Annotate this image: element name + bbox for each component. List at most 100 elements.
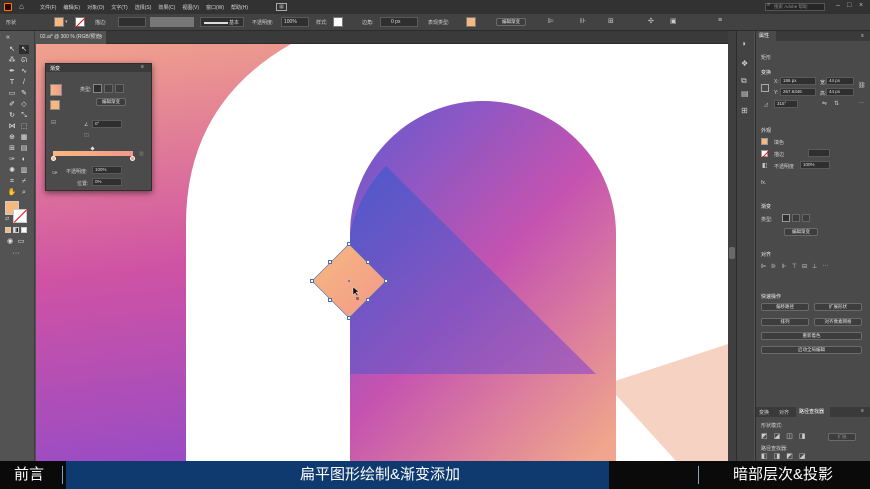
symbols-panel-icon[interactable]: ⊞ (741, 106, 748, 115)
tab-transform[interactable]: 变换 (759, 409, 769, 416)
curvature-tool-icon[interactable]: ∿ (19, 67, 29, 76)
gradient-stop-left[interactable] (51, 156, 56, 161)
type-tool-icon[interactable]: T (7, 78, 17, 87)
eyedropper-icon[interactable]: ✑ (7, 155, 17, 164)
align-left-icon[interactable]: ⊫ (761, 263, 766, 270)
radial-gradient-icon[interactable] (792, 214, 800, 222)
h-field[interactable]: 44 px (826, 88, 854, 96)
panel-menu-icon[interactable]: ≡ (861, 33, 864, 39)
opacity-field[interactable]: 100% (281, 17, 309, 27)
freeform-gradient-icon[interactable] (802, 214, 810, 222)
exclude-icon[interactable]: ◨ (799, 432, 806, 440)
gradient-preview-swatch[interactable] (50, 84, 62, 96)
menu-view[interactable]: 视图(V) (182, 4, 199, 11)
gradient-stop-right[interactable] (130, 156, 135, 161)
eyedropper-icon[interactable]: ✑ (52, 169, 58, 177)
align-top-icon[interactable]: ⊤ (792, 263, 797, 270)
radial-gradient-icon[interactable] (104, 84, 113, 93)
edit-gradient-button[interactable]: 编辑渐变 (496, 18, 526, 26)
brush-definition[interactable]: 基本 (200, 17, 244, 27)
minus-front-icon[interactable]: ◪ (774, 432, 781, 440)
linear-gradient-icon[interactable] (782, 214, 790, 222)
handle-right[interactable] (384, 279, 388, 283)
perspective-grid-icon[interactable]: ▦ (19, 133, 29, 142)
mesh-tool-icon[interactable]: ⊞ (7, 144, 17, 153)
y-field[interactable]: 267.6346 (780, 88, 816, 96)
graphic-style-swatch[interactable] (333, 17, 343, 27)
chevron-down-icon[interactable]: ▾ (65, 19, 68, 25)
gradient-tool-icon[interactable]: ▤ (19, 144, 29, 153)
menu-select[interactable]: 选择(S) (135, 4, 152, 11)
search-input[interactable]: 搜索 Adobe 帮助 (765, 3, 825, 11)
panel-menu-icon[interactable]: ≡ (141, 64, 144, 70)
freeform-gradient-icon[interactable] (115, 84, 124, 93)
appearance-stroke-swatch[interactable] (761, 150, 770, 159)
stroke-weight-field[interactable] (118, 17, 146, 27)
intersect-icon[interactable]: ◫ (786, 432, 793, 440)
gradient-mode-icon[interactable] (13, 227, 19, 233)
isolate-icon[interactable]: ▣ (670, 17, 677, 25)
crop-icon[interactable]: ◪ (799, 452, 806, 460)
align-vcenter-icon[interactable]: ⊟ (802, 263, 807, 270)
shaper-tool-icon[interactable]: ✐ (7, 100, 17, 109)
shape-builder-icon[interactable]: ⊕ (7, 133, 17, 142)
slice-tool-icon[interactable]: ⌿ (19, 177, 29, 186)
tab-pathfinder[interactable]: 路径查找器 (796, 407, 830, 417)
w-field[interactable]: 44 px (826, 77, 854, 85)
global-edit-button[interactable]: 启动全局编辑 (761, 346, 862, 354)
align-hcenter-icon[interactable]: ⊪ (771, 263, 776, 270)
minimize-icon[interactable]: – (836, 2, 840, 9)
scale-tool-icon[interactable]: ⤡ (19, 111, 29, 120)
direct-selection-tool-icon[interactable]: ↖ (19, 45, 29, 54)
handle-bottom-left[interactable] (328, 298, 332, 302)
pen-tool-icon[interactable]: ✒ (7, 67, 17, 76)
menu-window[interactable]: 窗口(W) (206, 4, 224, 11)
magic-wand-icon[interactable]: ⁂ (7, 56, 17, 65)
merge-icon[interactable]: ◩ (786, 452, 793, 460)
stop-opacity-field[interactable]: 100% (92, 166, 122, 174)
brushes-panel-icon[interactable]: ❖ (741, 59, 748, 68)
delete-stop-icon[interactable]: ▥ (139, 151, 144, 157)
variable-width-profile[interactable] (150, 17, 194, 27)
offset-path-button[interactable]: 偏移路径 (761, 303, 809, 311)
eraser-icon[interactable]: ◇ (19, 100, 29, 109)
align-bottom-icon[interactable]: ⊥ (812, 263, 817, 270)
fx-button[interactable]: fx. (761, 180, 766, 186)
none-mode-icon[interactable] (21, 227, 27, 233)
screen-mode-icon[interactable]: ▭ (16, 237, 26, 246)
more-tools-icon[interactable]: ··· (11, 249, 21, 258)
handle-top-right[interactable] (366, 260, 370, 264)
tab-close-icon[interactable]: × (99, 31, 102, 44)
draw-mode-icon[interactable]: ◉ (5, 237, 15, 246)
workspace-switcher-icon[interactable]: ▦ (276, 3, 287, 11)
free-transform-icon[interactable]: ⬚ (19, 122, 29, 131)
x-field[interactable]: 186 px (780, 77, 816, 85)
gradient-slider[interactable] (53, 151, 133, 156)
align-right-icon[interactable]: ⊩ (781, 263, 786, 270)
angle-field[interactable]: 0° (92, 120, 122, 128)
color-panel-icon[interactable]: ◑ (741, 39, 746, 48)
stroke-weight-field[interactable] (808, 149, 830, 157)
hand-tool-icon[interactable]: ✋ (7, 188, 17, 197)
corner-field[interactable]: 0 px (380, 17, 418, 27)
close-icon[interactable]: × (859, 2, 863, 9)
edit-gradient-button[interactable]: 编辑渐变 (784, 228, 818, 236)
arrange-button[interactable]: 排列 (761, 318, 809, 326)
gradient-swatch[interactable] (466, 17, 476, 27)
handle-left[interactable] (310, 279, 314, 283)
gradient-midpoint[interactable] (90, 146, 95, 151)
symbol-sprayer-icon[interactable]: ✺ (7, 166, 17, 175)
selection-tool-icon[interactable]: ↖ (7, 45, 17, 54)
align-more-icon[interactable]: ··· (822, 263, 828, 270)
blend-tool-icon[interactable]: ◐ (19, 155, 29, 164)
more-options-icon[interactable]: ··· (858, 100, 864, 106)
menu-file[interactable]: 文件(F) (40, 4, 56, 11)
handle-bottom-right[interactable] (366, 298, 370, 302)
opacity-field[interactable]: 100% (800, 161, 830, 169)
swatches-panel-icon[interactable]: ⧉ (741, 76, 747, 86)
expand-button[interactable]: 扩展 (828, 433, 856, 441)
menu-object[interactable]: 对象(O) (87, 4, 104, 11)
link-icon[interactable]: ⛓ (858, 82, 866, 89)
stroke-color-box[interactable] (13, 209, 28, 223)
collapse-toolbar-icon[interactable]: « (3, 33, 13, 42)
